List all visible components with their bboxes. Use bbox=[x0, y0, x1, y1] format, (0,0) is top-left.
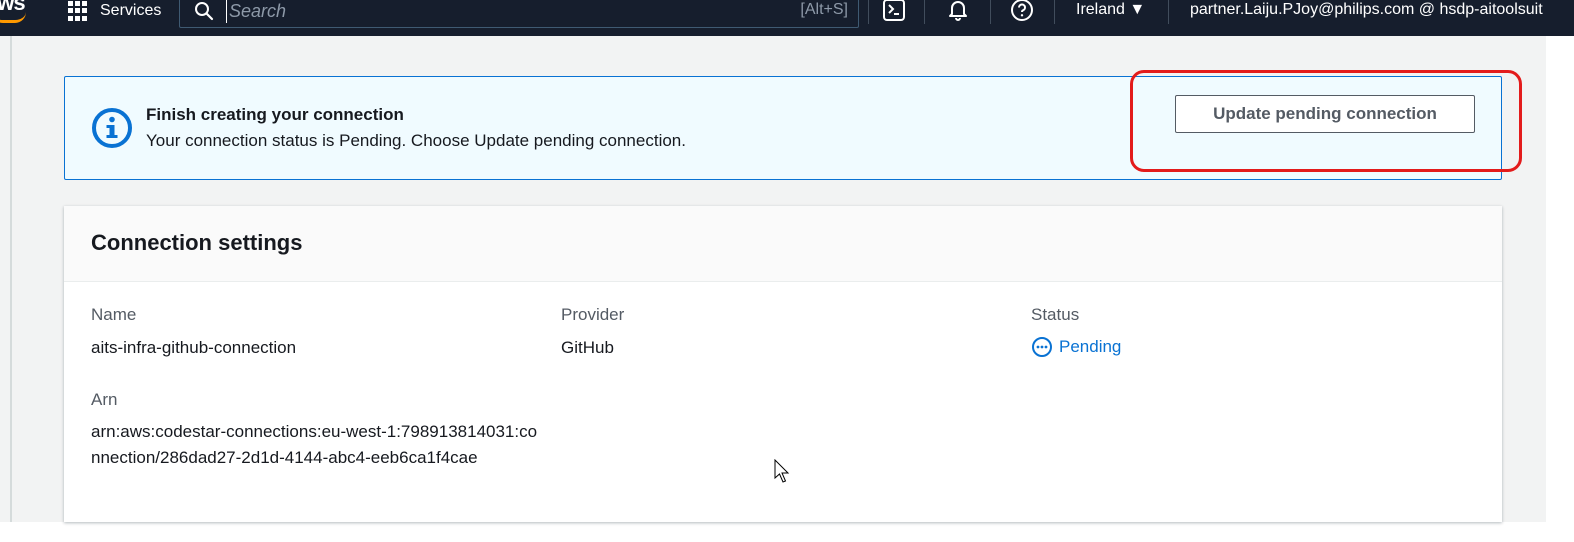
search-box[interactable]: [Alt+S] bbox=[179, 0, 859, 28]
nav-divider bbox=[990, 0, 991, 24]
name-value: aits-infra-github-connection bbox=[91, 338, 297, 357]
status-indicator: Pending bbox=[1031, 336, 1121, 358]
right-edge bbox=[1546, 36, 1574, 542]
alert-title: Finish creating your connection bbox=[146, 105, 404, 124]
search-icon bbox=[195, 2, 214, 21]
info-icon bbox=[92, 108, 132, 148]
arn-value: arn:aws:codestar-connections:eu-west-1:7… bbox=[91, 422, 538, 467]
nav-divider bbox=[868, 0, 869, 24]
search-input[interactable] bbox=[226, 0, 771, 23]
update-pending-connection-button[interactable]: Update pending connection bbox=[1175, 95, 1475, 133]
arn-label: Arn bbox=[91, 390, 118, 409]
content-bottom bbox=[0, 522, 1574, 542]
provider-value: GitHub bbox=[561, 338, 614, 357]
search-shortcut-hint: [Alt+S] bbox=[800, 1, 848, 18]
services-menu-button[interactable]: Services bbox=[68, 0, 161, 22]
services-label: Services bbox=[100, 2, 162, 19]
account-menu[interactable]: partner.Laiju.PJoy@philips.com @ hsdp-ai… bbox=[1190, 1, 1543, 19]
region-selector[interactable]: Ireland ▼ bbox=[1076, 1, 1145, 19]
pending-status-icon bbox=[1032, 337, 1052, 357]
help-icon[interactable] bbox=[1010, 0, 1034, 22]
status-value: Pending bbox=[1059, 337, 1122, 356]
nav-divider bbox=[1054, 0, 1055, 24]
notifications-bell-icon[interactable] bbox=[946, 0, 970, 22]
provider-label: Provider bbox=[561, 305, 625, 324]
aws-logo-smile bbox=[0, 12, 26, 23]
mouse-cursor-icon bbox=[774, 459, 790, 483]
alert-message: Your connection status is Pending. Choos… bbox=[146, 131, 686, 150]
side-navigation-rail bbox=[10, 36, 12, 522]
status-label: Status bbox=[1031, 305, 1080, 324]
nav-divider bbox=[1168, 0, 1169, 24]
nav-divider bbox=[924, 0, 925, 24]
grid-icon bbox=[68, 1, 88, 21]
top-navigation-bar: aws Services [Alt+S] Ireland ▼ partner.L… bbox=[0, 0, 1574, 36]
panel-title: Connection settings bbox=[91, 230, 303, 255]
info-alert: Finish creating your connection Your con… bbox=[64, 76, 1502, 180]
name-label: Name bbox=[91, 305, 137, 324]
panel-header: Connection settings bbox=[64, 206, 1502, 282]
cloudshell-icon[interactable] bbox=[882, 0, 906, 22]
